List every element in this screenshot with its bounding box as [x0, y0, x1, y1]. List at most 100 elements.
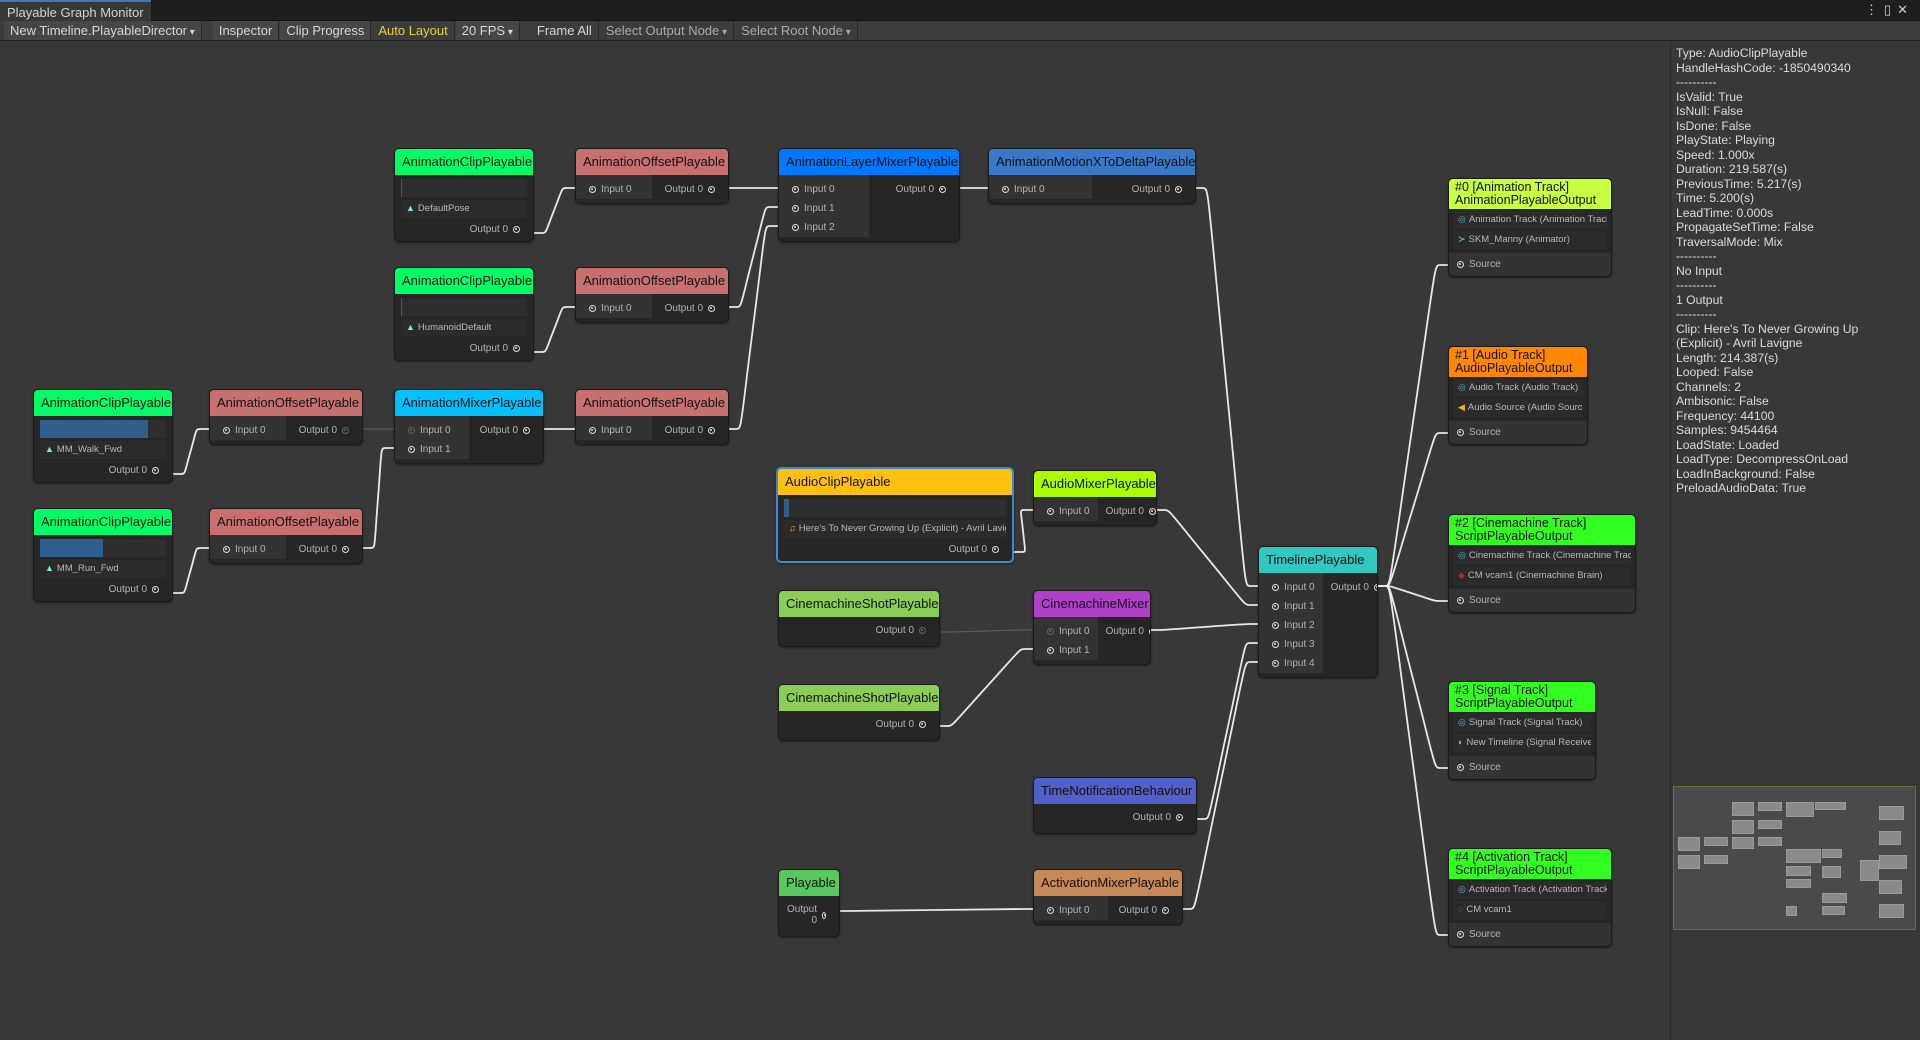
node-motion[interactable]: AnimationMotionXToDeltaPlayable Input 0 Ou…	[988, 148, 1196, 204]
output-port-dot[interactable]	[822, 911, 826, 919]
node-cm-shot-1[interactable]: CinemachineShotPlayable Output 0	[778, 590, 940, 647]
source-port-dot[interactable]	[1457, 931, 1464, 938]
output-port[interactable]: Output 0	[652, 421, 728, 440]
output-port-dot[interactable]	[342, 546, 349, 553]
input-port-dot[interactable]	[1047, 647, 1054, 654]
input-port-dot[interactable]	[408, 427, 415, 434]
input-port[interactable]: Input 0	[395, 421, 469, 440]
select-root-node-dropdown[interactable]: Select Root Node	[735, 21, 858, 40]
output-port-dot[interactable]	[523, 427, 530, 434]
output-port-dot[interactable]	[1176, 814, 1183, 821]
input-port[interactable]: Input 1	[395, 440, 469, 459]
input-port-dot[interactable]	[589, 427, 596, 434]
output-node-4[interactable]: #4 [Activation Track] ScriptPlayableOutpu…	[1448, 848, 1612, 947]
node-offset-3[interactable]: AnimationOffsetPlayable Input 0 Output 0	[575, 389, 729, 445]
input-port-dot[interactable]	[408, 446, 415, 453]
output-port[interactable]: Output 0	[395, 218, 533, 241]
output-port[interactable]: Output 0	[1098, 502, 1156, 521]
input-port-dot[interactable]	[1272, 641, 1279, 648]
output-port[interactable]: Output 0	[1108, 901, 1182, 920]
more-icon[interactable]: ⋮	[1865, 2, 1884, 17]
input-port-dot[interactable]	[1272, 622, 1279, 629]
output-port-dot[interactable]	[152, 467, 159, 474]
input-port-dot[interactable]	[792, 205, 799, 212]
input-port-dot[interactable]	[792, 186, 799, 193]
output-port-dot[interactable]	[708, 305, 715, 312]
auto-layout-toggle[interactable]: Auto Layout	[372, 21, 455, 40]
output-port[interactable]: Output 0	[286, 540, 362, 559]
output-port[interactable]: Output 0	[779, 711, 939, 740]
source-port[interactable]: Source	[1449, 421, 1587, 444]
node-audio-mixer[interactable]: AudioMixerPlayable Input 0 Output 0	[1033, 470, 1157, 526]
input-port-dot[interactable]	[589, 305, 596, 312]
input-port[interactable]: Input 1	[1259, 597, 1323, 616]
input-port-dot[interactable]	[1047, 907, 1054, 914]
window-tab[interactable]: Playable Graph Monitor	[0, 0, 151, 21]
node-activation-mixer[interactable]: ActivationMixerPlayable Input 0 Output 0	[1033, 869, 1183, 925]
input-port-dot[interactable]	[1047, 508, 1054, 515]
output-port[interactable]: Output 0	[1098, 622, 1150, 641]
input-port[interactable]: Input 0	[1034, 901, 1108, 920]
node-cm-mixer[interactable]: CinemachineMixer Input 0 Input 1 Output 0	[1033, 590, 1151, 665]
output-port-dot[interactable]	[1373, 584, 1377, 591]
output-port-dot[interactable]	[513, 345, 520, 352]
node-cm-shot-2[interactable]: CinemachineShotPlayable Output 0	[778, 684, 940, 741]
input-port-dot[interactable]	[1272, 584, 1279, 591]
input-port-dot[interactable]	[223, 427, 230, 434]
node-layer-mixer[interactable]: AnimationLayerMixerPlayable Input 0 Input …	[778, 148, 960, 242]
input-port[interactable]: Input 0	[1034, 502, 1098, 521]
node-clip-run[interactable]: AnimationClipPlayable ▲ MM_Run_Fwd Output 0	[33, 508, 173, 602]
maximize-icon[interactable]: ▯	[1884, 2, 1897, 17]
fps-dropdown[interactable]: 20 FPS	[455, 21, 520, 40]
output-port[interactable]: Output 0	[469, 421, 543, 440]
output-port-dot[interactable]	[708, 427, 715, 434]
input-port-dot[interactable]	[1272, 603, 1279, 610]
input-port[interactable]: Input 0	[779, 180, 869, 199]
node-anim-mixer[interactable]: AnimationMixerPlayable Input 0 Input 1 Outp…	[394, 389, 544, 464]
output-port[interactable]: Output 0	[652, 180, 728, 199]
output-port[interactable]: Output 0	[869, 180, 959, 199]
input-port[interactable]: Input 4	[1259, 654, 1323, 673]
output-port[interactable]: Output 0	[1323, 578, 1377, 597]
node-audio-clip[interactable]: AudioClipPlayable ♫ Here's To Never Growin…	[776, 467, 1014, 563]
node-clip-humanoid[interactable]: AnimationClipPlayable ▲ HumanoidDefault Out…	[394, 267, 534, 361]
output-node-0[interactable]: #0 [Animation Track] AnimationPlayableOut…	[1448, 178, 1612, 277]
output-node-2[interactable]: #2 [Cinemachine Track] ScriptPlayableOutp…	[1448, 514, 1636, 613]
output-port-dot[interactable]	[708, 186, 715, 193]
output-port-dot[interactable]	[1162, 907, 1169, 914]
node-playable[interactable]: Playable Output 0	[778, 869, 840, 937]
input-port[interactable]: Input 2	[1259, 616, 1323, 635]
output-port-dot[interactable]	[152, 586, 159, 593]
input-port[interactable]: Input 0	[1259, 578, 1323, 597]
input-port[interactable]: Input 0	[576, 299, 652, 318]
node-clip-default[interactable]: AnimationClipPlayable ▲ DefaultPose Output …	[394, 148, 534, 242]
output-port[interactable]: Output 0	[34, 578, 172, 601]
output-port-dot[interactable]	[939, 186, 946, 193]
output-port-dot[interactable]	[1175, 186, 1182, 193]
frame-all-button[interactable]: Frame All	[530, 21, 599, 40]
output-port[interactable]: Output 0	[395, 337, 533, 360]
source-port[interactable]: Source	[1449, 253, 1611, 276]
output-port[interactable]: Output 0	[1092, 180, 1195, 199]
input-port[interactable]: Input 0	[576, 421, 652, 440]
close-icon[interactable]: ✕	[1897, 2, 1914, 17]
input-port-dot[interactable]	[223, 546, 230, 553]
input-port[interactable]: Input 1	[779, 199, 869, 218]
inspector-toggle[interactable]: Inspector	[212, 21, 280, 40]
output-port[interactable]: Output 0	[652, 299, 728, 318]
output-port[interactable]: Output 0	[778, 538, 1012, 561]
source-port-dot[interactable]	[1457, 429, 1464, 436]
input-port[interactable]: Input 0	[210, 540, 286, 559]
output-port-dot[interactable]	[513, 226, 520, 233]
output-node-3[interactable]: #3 [Signal Track] ScriptPlayableOutput ◎ Si…	[1448, 681, 1596, 780]
source-port[interactable]: Source	[1449, 923, 1611, 946]
input-port[interactable]: Input 0	[210, 421, 286, 440]
node-offset-run[interactable]: AnimationOffsetPlayable Input 0 Output 0	[209, 508, 363, 564]
source-port-dot[interactable]	[1457, 764, 1464, 771]
input-port[interactable]: Input 2	[779, 218, 869, 237]
input-port-dot[interactable]	[792, 224, 799, 231]
input-port[interactable]: Input 0	[1034, 622, 1098, 641]
source-port-dot[interactable]	[1457, 597, 1464, 604]
source-port[interactable]: Source	[1449, 589, 1635, 612]
output-port-dot[interactable]	[992, 546, 999, 553]
